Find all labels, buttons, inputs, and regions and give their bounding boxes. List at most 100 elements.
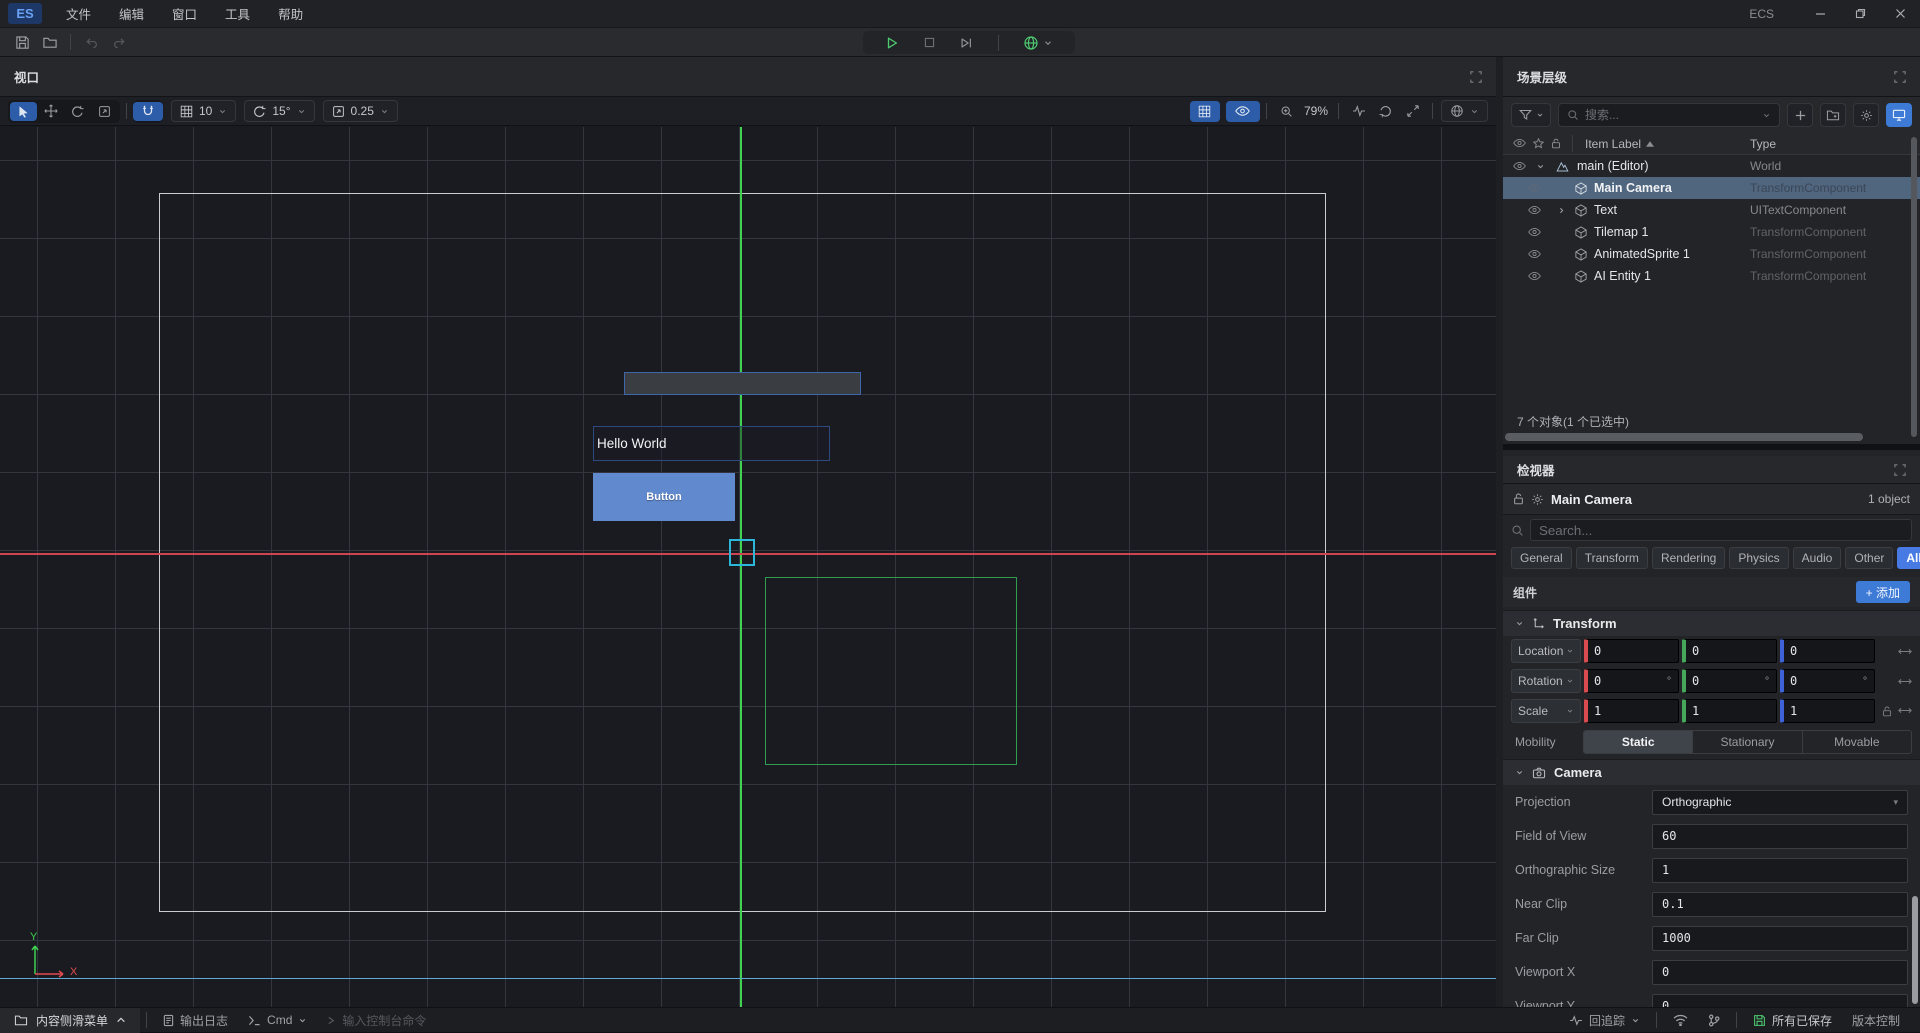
rotation-dropdown[interactable]: Rotation: [1511, 669, 1581, 693]
tree-row-main-camera[interactable]: Main Camera TransformComponent: [1503, 177, 1920, 199]
link-axes-icon[interactable]: [1898, 647, 1912, 656]
fullscreen-icon[interactable]: [1399, 102, 1426, 121]
world-select-button[interactable]: [1018, 33, 1058, 53]
chevron-down-icon[interactable]: [1515, 768, 1524, 777]
trace-dropdown[interactable]: 回追踪: [1559, 1012, 1650, 1029]
zoom-icon[interactable]: [1273, 102, 1300, 121]
hierarchy-search-input[interactable]: [1585, 108, 1756, 122]
chevron-down-icon[interactable]: [1515, 619, 1524, 628]
open-folder-icon[interactable]: [36, 30, 64, 54]
grid-toggle-button[interactable]: [1190, 101, 1220, 122]
location-dropdown[interactable]: Location: [1511, 639, 1581, 663]
menu-help[interactable]: 帮助: [264, 0, 317, 28]
eye-icon[interactable]: [1528, 271, 1541, 281]
viewport-x-input[interactable]: 0: [1652, 960, 1908, 985]
reset-view-icon[interactable]: [1372, 102, 1399, 121]
hierarchy-horizontal-scrollbar[interactable]: [1505, 433, 1863, 441]
move-tool-button[interactable]: [37, 102, 64, 121]
menu-window[interactable]: 窗口: [158, 0, 211, 28]
output-log-button[interactable]: 输出日志: [153, 1012, 238, 1029]
scale-dropdown[interactable]: Scale: [1511, 699, 1581, 723]
field-of-view-input[interactable]: 60: [1652, 824, 1908, 849]
app-logo[interactable]: ES: [8, 3, 42, 24]
eye-icon[interactable]: [1513, 161, 1526, 171]
version-control-button[interactable]: 版本控制: [1842, 1012, 1910, 1029]
viewport-y-input[interactable]: 0: [1652, 994, 1908, 1008]
undo-icon[interactable]: [77, 30, 105, 54]
tab-rendering[interactable]: Rendering: [1652, 547, 1725, 569]
minimize-button[interactable]: [1800, 0, 1840, 28]
menu-edit[interactable]: 编辑: [105, 0, 158, 28]
menu-file[interactable]: 文件: [52, 0, 105, 28]
inspector-vertical-scrollbar[interactable]: [1912, 896, 1918, 1004]
select-tool-button[interactable]: [10, 102, 37, 121]
transform-section-header[interactable]: Transform: [1503, 610, 1920, 636]
projection-select[interactable]: Orthographic▾: [1652, 790, 1908, 815]
panel-entity[interactable]: [624, 372, 861, 395]
inspector-expand-icon[interactable]: [1894, 464, 1906, 476]
add-component-button[interactable]: + 添加: [1856, 581, 1910, 603]
tab-audio[interactable]: Audio: [1793, 547, 1842, 569]
lock-column-icon[interactable]: [1551, 138, 1561, 149]
selection-handle[interactable]: [729, 539, 755, 566]
rotation-x-field[interactable]: 0°: [1584, 669, 1679, 693]
text-entity[interactable]: Hello World: [593, 426, 830, 461]
eye-icon[interactable]: [1528, 249, 1541, 259]
tab-other[interactable]: Other: [1845, 547, 1893, 569]
stats-icon[interactable]: [1345, 102, 1372, 121]
camera-section-header[interactable]: Camera: [1503, 759, 1920, 785]
mobility-stationary[interactable]: Stationary: [1693, 731, 1802, 753]
add-entity-button[interactable]: [1787, 103, 1813, 127]
type-column[interactable]: Type: [1750, 137, 1776, 151]
filter-button[interactable]: [1511, 103, 1551, 127]
console-command-input[interactable]: 输入控制台命令: [317, 1012, 436, 1029]
favorite-column-icon[interactable]: [1533, 138, 1544, 149]
display-mode-button[interactable]: [1886, 103, 1912, 127]
eye-icon[interactable]: [1528, 183, 1541, 193]
grid-snap-dropdown[interactable]: 10: [171, 100, 236, 122]
stop-button[interactable]: [917, 33, 941, 53]
scene-canvas[interactable]: Hello World Button Y X: [0, 127, 1496, 1007]
scale-z-field[interactable]: 1: [1780, 699, 1875, 723]
branch-icon[interactable]: [1698, 1014, 1730, 1027]
eye-icon[interactable]: [1528, 205, 1541, 215]
tree-row-animatedsprite[interactable]: AnimatedSprite 1 TransformComponent: [1503, 243, 1920, 265]
rotate-snap-dropdown[interactable]: 15°: [244, 100, 314, 122]
content-drawer-button[interactable]: 内容侧滑菜单: [0, 1008, 140, 1033]
visibility-column-icon[interactable]: [1513, 138, 1526, 149]
unlock-icon[interactable]: [1513, 493, 1524, 505]
redo-icon[interactable]: [105, 30, 133, 54]
near-clip-input[interactable]: 0.1: [1652, 892, 1908, 917]
scale-x-field[interactable]: 1: [1584, 699, 1679, 723]
inspector-search-input[interactable]: [1539, 523, 1903, 538]
eye-icon[interactable]: [1528, 227, 1541, 237]
tab-transform[interactable]: Transform: [1576, 547, 1648, 569]
unlock-scale-icon[interactable]: [1882, 706, 1892, 717]
item-label-column[interactable]: Item Label: [1572, 137, 1654, 151]
hierarchy-vertical-scrollbar[interactable]: [1911, 137, 1917, 437]
snap-toggle-button[interactable]: [133, 102, 163, 121]
hierarchy-search[interactable]: [1558, 103, 1780, 127]
network-status-icon[interactable]: [1663, 1014, 1698, 1026]
mobility-static[interactable]: Static: [1584, 731, 1693, 753]
step-button[interactable]: [954, 33, 978, 53]
tab-physics[interactable]: Physics: [1729, 547, 1788, 569]
settings-button[interactable]: [1853, 103, 1879, 127]
tree-row-ai-entity[interactable]: AI Entity 1 TransformComponent: [1503, 265, 1920, 287]
add-folder-button[interactable]: [1820, 103, 1846, 127]
mobility-movable[interactable]: Movable: [1803, 731, 1911, 753]
visibility-toggle-button[interactable]: [1226, 101, 1260, 122]
location-z-field[interactable]: 0: [1780, 639, 1875, 663]
play-button[interactable]: [880, 33, 904, 53]
viewport-world-dropdown[interactable]: [1441, 100, 1488, 122]
rotation-y-field[interactable]: 0°: [1682, 669, 1777, 693]
chevron-right-icon[interactable]: [1557, 206, 1566, 215]
link-axes-icon[interactable]: [1898, 706, 1912, 717]
tab-all[interactable]: All: [1897, 547, 1920, 569]
viewport-expand-icon[interactable]: [1470, 71, 1482, 83]
cmd-dropdown[interactable]: Cmd: [238, 1013, 317, 1027]
scale-y-field[interactable]: 1: [1682, 699, 1777, 723]
scale-tool-button[interactable]: [91, 102, 118, 121]
tree-row-tilemap[interactable]: Tilemap 1 TransformComponent: [1503, 221, 1920, 243]
tree-row-text[interactable]: Text UITextComponent: [1503, 199, 1920, 221]
